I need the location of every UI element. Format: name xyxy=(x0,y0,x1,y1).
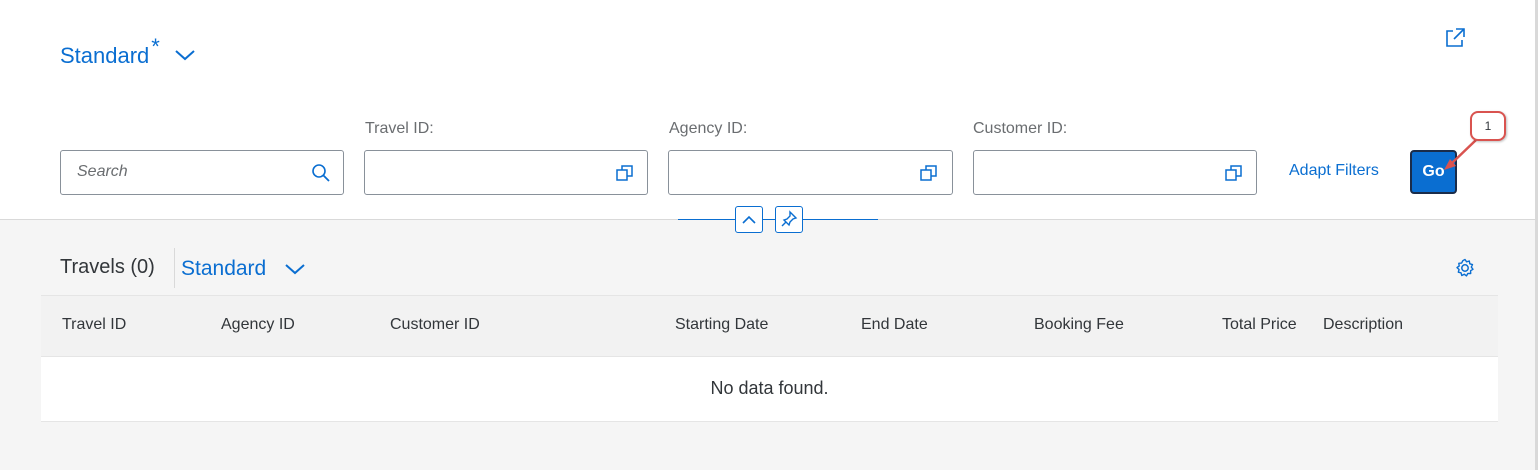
pin-icon xyxy=(781,210,798,227)
no-data-message: No data found. xyxy=(710,378,829,398)
table-header-row: Travel ID Agency ID Customer ID Starting… xyxy=(41,295,1498,357)
value-help-icon[interactable] xyxy=(615,163,635,183)
table-variant-selector[interactable]: Standard xyxy=(181,257,266,281)
variant-selector[interactable]: Standard * xyxy=(60,36,196,72)
toolbar-separator xyxy=(174,248,175,288)
share-icon[interactable] xyxy=(1444,27,1466,49)
adapt-filters-link[interactable]: Adapt Filters xyxy=(1289,162,1379,180)
chevron-down-icon[interactable] xyxy=(174,48,196,62)
variant-modified-marker: * xyxy=(151,34,160,59)
column-end-date[interactable]: End Date xyxy=(861,316,928,334)
search-icon[interactable] xyxy=(311,163,331,183)
column-travel-id[interactable]: Travel ID xyxy=(62,316,126,334)
column-customer-id[interactable]: Customer ID xyxy=(390,316,480,334)
callout-badge: 1 xyxy=(1470,111,1506,141)
column-booking-fee[interactable]: Booking Fee xyxy=(1034,316,1124,334)
search-placeholder: Search xyxy=(77,163,128,180)
chevron-up-icon xyxy=(742,215,756,224)
customer-id-label: Customer ID: xyxy=(973,120,1068,137)
go-button[interactable]: Go xyxy=(1410,150,1457,194)
pin-header-button[interactable] xyxy=(775,206,803,233)
variant-title[interactable]: Standard xyxy=(60,40,149,72)
travel-id-label: Travel ID: xyxy=(365,120,434,137)
travel-id-field[interactable] xyxy=(364,150,648,195)
agency-id-label: Agency ID: xyxy=(669,120,748,137)
agency-id-field[interactable] xyxy=(668,150,953,195)
customer-id-field[interactable] xyxy=(973,150,1257,195)
column-starting-date[interactable]: Starting Date xyxy=(675,316,768,334)
column-agency-id[interactable]: Agency ID xyxy=(221,316,295,334)
column-description[interactable]: Description xyxy=(1323,316,1403,334)
collapse-header-button[interactable] xyxy=(735,206,763,233)
table-title: Travels (0) xyxy=(60,256,155,278)
column-total-price[interactable]: Total Price xyxy=(1222,316,1297,334)
chevron-down-icon[interactable] xyxy=(284,262,306,276)
value-help-icon[interactable] xyxy=(919,163,939,183)
table-row: No data found. xyxy=(41,357,1498,422)
gear-icon[interactable] xyxy=(1454,257,1476,279)
value-help-icon[interactable] xyxy=(1224,163,1244,183)
search-input[interactable]: Search xyxy=(60,150,344,195)
